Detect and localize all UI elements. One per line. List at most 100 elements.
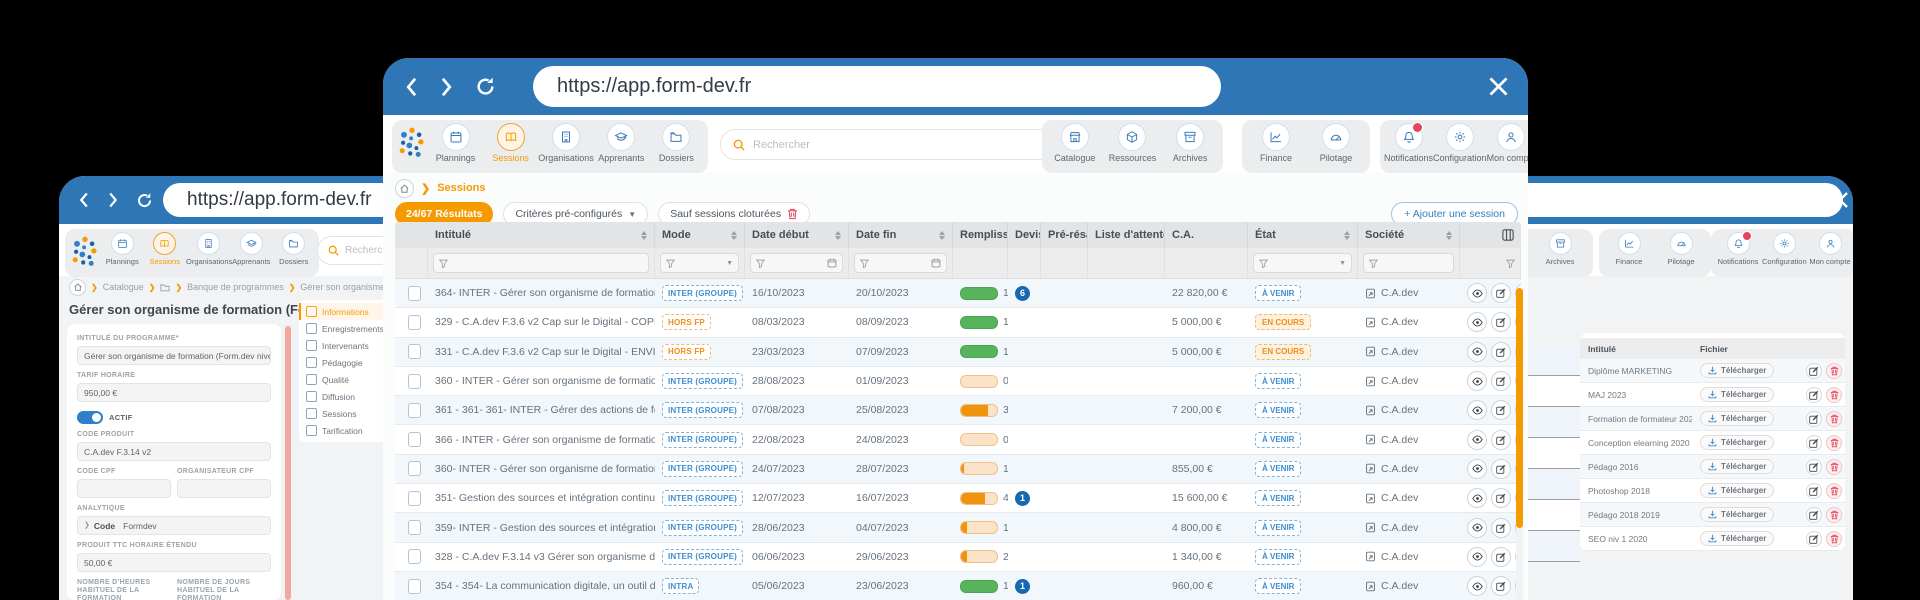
devis-count-badge[interactable]: 1 <box>1015 491 1030 506</box>
view-button[interactable] <box>1467 430 1487 450</box>
form-scrollbar[interactable] <box>285 326 291 600</box>
document-row[interactable]: Pédago 2016Télécharger <box>1580 455 1845 479</box>
download-button[interactable]: Télécharger <box>1700 483 1774 498</box>
form-input-code-produit[interactable]: C.A.dev F.3.14 v2 <box>77 442 271 461</box>
edit-button[interactable] <box>1491 430 1511 450</box>
delete-document-button[interactable] <box>1826 411 1842 427</box>
header-mode[interactable]: Mode <box>655 222 745 248</box>
download-button[interactable]: Télécharger <box>1700 531 1774 546</box>
document-row[interactable]: Diplôme MARKETINGTélécharger <box>1580 359 1845 383</box>
nav-item-catalogue[interactable]: Catalogue <box>1047 123 1103 163</box>
table-row[interactable]: 361 - 361- 361- INTER - Gérer des action… <box>395 396 1521 425</box>
nav-item-pilotage[interactable]: Pilotage <box>1308 123 1364 163</box>
edit-button[interactable] <box>1491 400 1511 420</box>
table-row[interactable]: 359- INTER - Gestion des sources et inté… <box>395 513 1521 542</box>
edit-document-button[interactable] <box>1806 531 1822 547</box>
breadcrumb[interactable]: ❯ Sessions <box>395 177 486 199</box>
edit-button[interactable] <box>1491 518 1511 538</box>
delete-document-button[interactable] <box>1826 531 1842 547</box>
filter-societe-input[interactable] <box>1363 253 1454 273</box>
close-window-button[interactable] <box>1825 176 1853 224</box>
form-input-intitul-du-programme-[interactable]: Gérer son organisme de formation (Form.d… <box>77 346 271 365</box>
edit-document-button[interactable] <box>1806 459 1822 475</box>
form-input-organisateur-cpf[interactable] <box>177 479 271 498</box>
header-societe[interactable]: Société <box>1358 222 1460 248</box>
edit-button[interactable] <box>1491 283 1511 303</box>
nav-item-plannings[interactable]: Plannings <box>101 232 144 266</box>
nav-item-organisations[interactable]: Organisations <box>538 123 594 163</box>
nav-item-apprenants[interactable]: Apprenants <box>230 232 273 266</box>
delete-document-button[interactable] <box>1826 435 1842 451</box>
nav-item-compte[interactable]: Mon compte <box>1487 123 1528 163</box>
delete-document-button[interactable] <box>1826 363 1842 379</box>
delete-document-button[interactable] <box>1826 459 1842 475</box>
form-input-code-cpf[interactable] <box>77 479 171 498</box>
url-bar[interactable]: https://app.form-dev.fr <box>533 66 1221 107</box>
analytic-field[interactable]: ❯CodeFormdev <box>77 516 271 535</box>
view-button[interactable] <box>1467 312 1487 332</box>
edit-button[interactable] <box>1491 342 1511 362</box>
row-checkbox[interactable] <box>408 520 421 535</box>
header-date-debut[interactable]: Date début <box>745 222 849 248</box>
nav-item-sessions[interactable]: Sessions <box>483 123 538 163</box>
home-icon[interactable] <box>395 179 414 198</box>
forward-button[interactable] <box>101 176 125 224</box>
row-checkbox[interactable] <box>408 344 421 359</box>
table-row[interactable]: 354 - 354- La communication digitale, un… <box>395 572 1521 600</box>
breadcrumb-current[interactable]: Sessions <box>437 182 485 194</box>
header-intitule[interactable]: Intitulé <box>428 222 655 248</box>
nav-item-finance[interactable]: Finance <box>1248 123 1304 163</box>
edit-document-button[interactable] <box>1806 507 1822 523</box>
nav-item-configuration[interactable]: Configuration <box>1762 232 1806 266</box>
edit-document-button[interactable] <box>1806 411 1822 427</box>
header-etat[interactable]: État <box>1248 222 1358 248</box>
download-button[interactable]: Télécharger <box>1700 387 1774 402</box>
download-button[interactable]: Télécharger <box>1700 363 1774 378</box>
filter-icon[interactable] <box>1506 259 1515 268</box>
search-input[interactable]: Rechercher <box>720 129 1061 160</box>
row-checkbox[interactable] <box>408 403 421 418</box>
forward-button[interactable] <box>433 58 461 115</box>
view-button[interactable] <box>1467 459 1487 479</box>
edit-document-button[interactable] <box>1806 363 1822 379</box>
close-window-button[interactable] <box>1481 58 1515 115</box>
nav-item-notifications[interactable]: Notifications <box>1716 232 1760 266</box>
devis-count-badge[interactable]: 1 <box>1015 579 1030 594</box>
table-row[interactable]: 351- Gestion des sources et intégration … <box>395 484 1521 513</box>
table-row[interactable]: 360 - INTER - Gérer son organisme de for… <box>395 367 1521 396</box>
download-button[interactable]: Télécharger <box>1700 507 1774 522</box>
nav-item-sessions[interactable]: Sessions <box>144 232 187 266</box>
nav-item-organisations[interactable]: Organisations <box>186 232 230 266</box>
table-row[interactable]: 366 - INTER - Gérer son organisme de for… <box>395 425 1521 454</box>
edit-button[interactable] <box>1491 459 1511 479</box>
download-button[interactable]: Télécharger <box>1700 459 1774 474</box>
edit-button[interactable] <box>1491 371 1511 391</box>
nav-item-archives[interactable]: Archives <box>1538 232 1582 266</box>
view-button[interactable] <box>1467 342 1487 362</box>
view-button[interactable] <box>1467 518 1487 538</box>
breadcrumb-segment[interactable]: Banque de programmes <box>187 282 284 292</box>
back-button[interactable] <box>71 176 95 224</box>
table-row[interactable]: 331 - C.A.dev F.3.6 v2 Cap sur le Digita… <box>395 338 1521 367</box>
document-row[interactable]: Conception elearning 2020Télécharger <box>1580 431 1845 455</box>
row-checkbox[interactable] <box>408 315 421 330</box>
row-checkbox[interactable] <box>408 461 421 476</box>
view-button[interactable] <box>1467 547 1487 567</box>
filter-intitule-input[interactable] <box>433 253 649 273</box>
download-button[interactable]: Télécharger <box>1700 411 1774 426</box>
view-button[interactable] <box>1467 371 1487 391</box>
row-checkbox[interactable] <box>408 579 421 594</box>
document-row[interactable]: Pédago 2018 2019Télécharger <box>1580 503 1845 527</box>
row-checkbox[interactable] <box>408 286 421 301</box>
breadcrumb-segment[interactable]: Catalogue <box>103 282 144 292</box>
edit-document-button[interactable] <box>1806 435 1822 451</box>
reload-button[interactable] <box>131 176 157 224</box>
filter-date-debut-input[interactable] <box>750 253 843 273</box>
nav-item-pilotage[interactable]: Pilotage <box>1659 232 1703 266</box>
nav-item-configuration[interactable]: Configuration <box>1433 123 1487 163</box>
delete-document-button[interactable] <box>1826 387 1842 403</box>
vertical-scrollbar[interactable] <box>1516 288 1523 600</box>
nav-item-compte[interactable]: Mon compte <box>1808 232 1852 266</box>
table-row[interactable]: 328 - C.A.dev F.3.14 v3 Gérer son organi… <box>395 543 1521 572</box>
home-icon[interactable] <box>69 279 86 296</box>
